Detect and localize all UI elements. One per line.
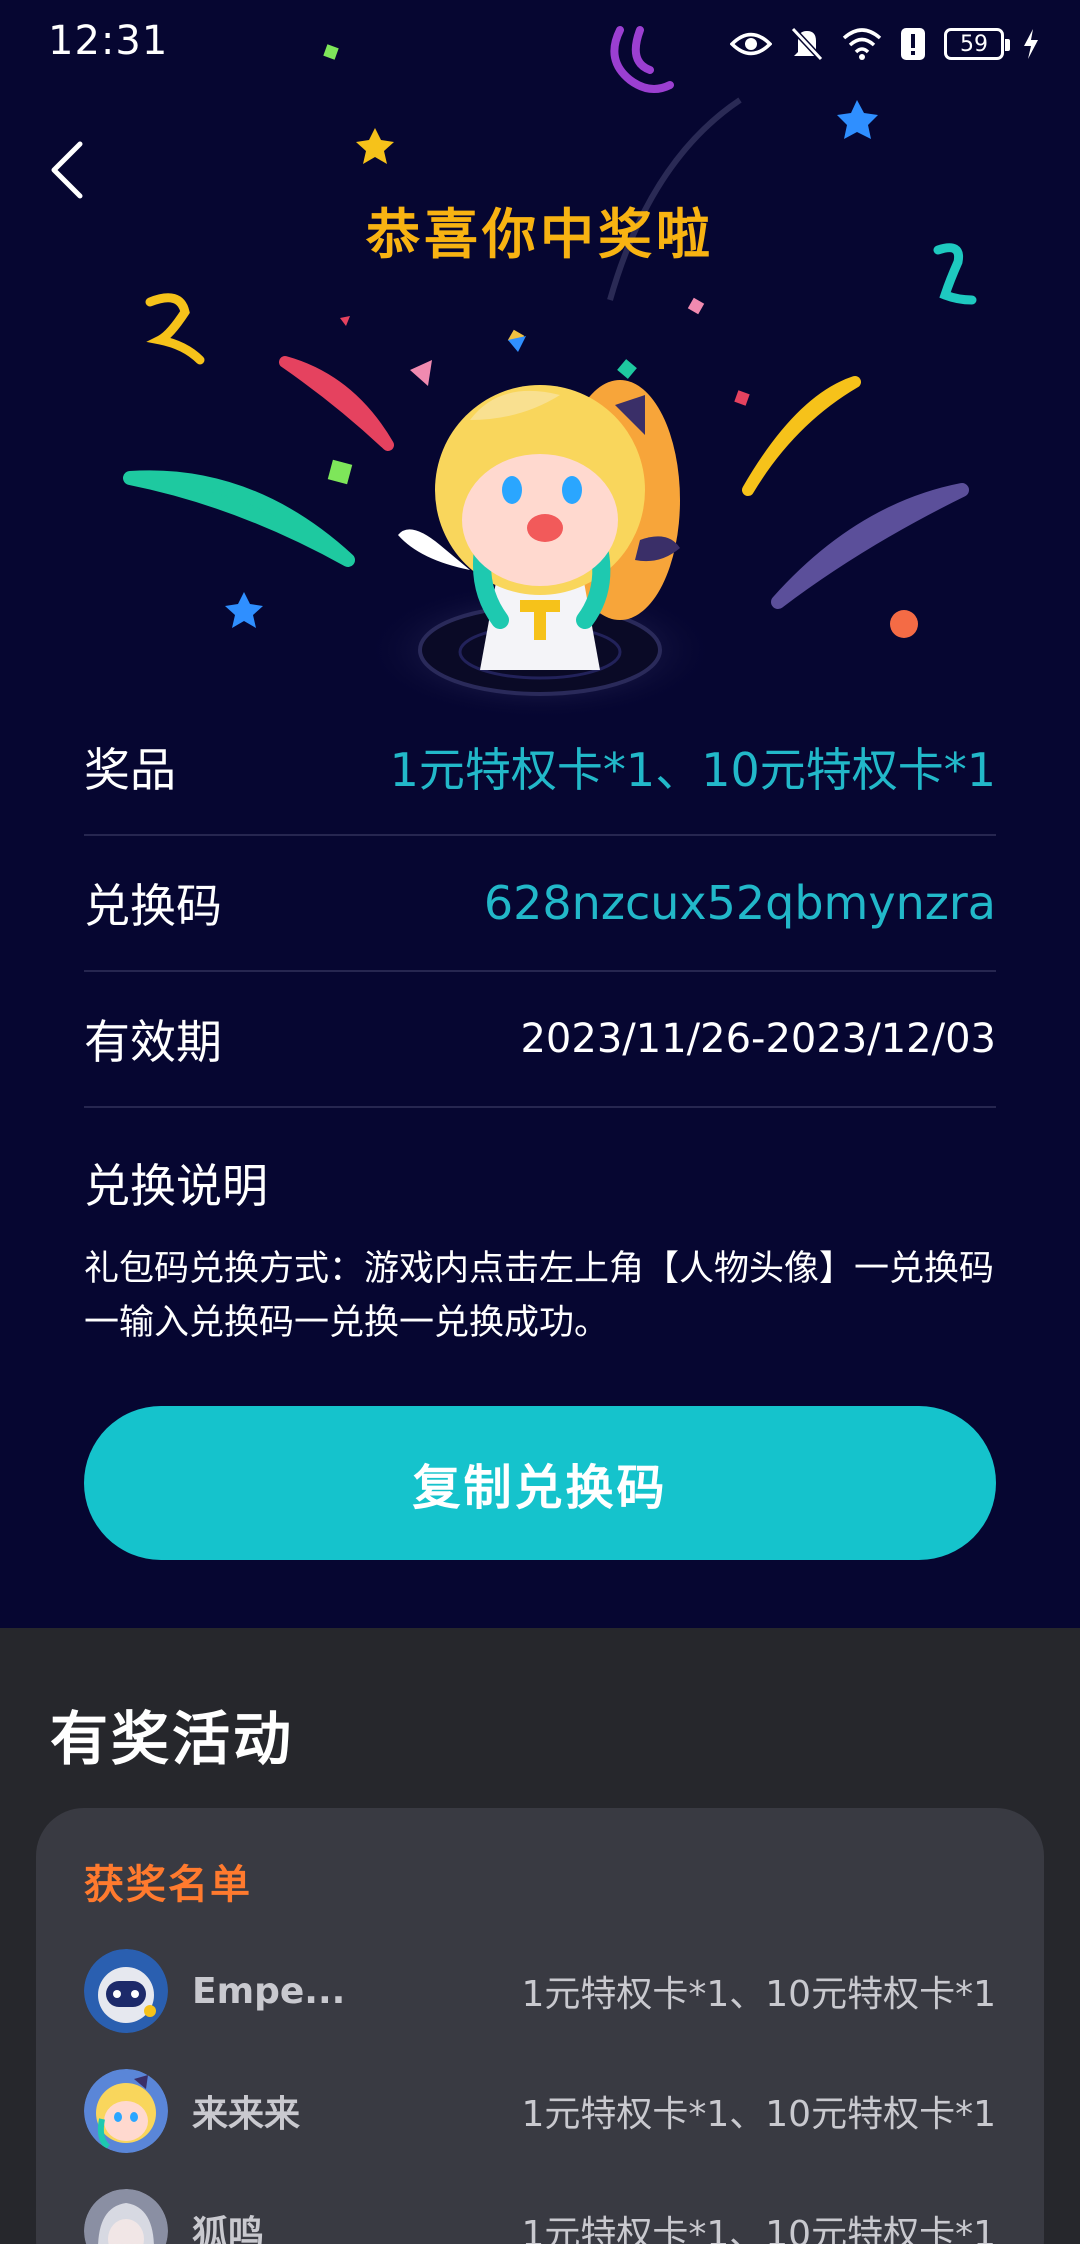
winner-row: 狐鸣 1元特权卡*1、10元特权卡*1 [84,2186,996,2244]
alert-icon [901,28,925,60]
battery-icon: 59 [944,28,1010,60]
copy-code-button[interactable]: 复制兑换码 [84,1406,996,1560]
eye-icon [730,32,772,56]
winner-prize: 1元特权卡*1、10元特权卡*1 [521,1974,996,2015]
code-row: 兑换码 628nzcux52qbmynzra [84,836,996,972]
winner-name: 来来来 [192,2094,301,2135]
prize-screen: 12:31 59 恭喜你中奖啦 奖品 1元特权卡*1、10元特权卡*1 兑换码 … [0,0,1080,1628]
status-icons: 59 [730,22,1040,66]
activities-section: 有奖活动 获奖名单 Empe... 1元特权卡*1、10元特权卡*1 来来来 1… [0,1628,1080,2244]
avatar [84,2189,168,2244]
instructions-text: 礼包码兑换方式：游戏内点击左上角【人物头像】一兑换码一输入兑换码一兑换一兑换成功… [84,1249,995,1343]
winners-card: 获奖名单 Empe... 1元特权卡*1、10元特权卡*1 来来来 1元特权卡*… [36,1808,1044,2244]
activities-title: 有奖活动 [50,1705,295,1773]
winner-name: 狐鸣 [192,2214,265,2244]
validity-row: 有效期 2023/11/26-2023/12/03 [84,972,996,1108]
bell-muted-icon [790,26,824,62]
prize-row: 奖品 1元特权卡*1、10元特权卡*1 [84,700,996,836]
prize-value: 1元特权卡*1、10元特权卡*1 [389,743,996,797]
winner-prize: 1元特权卡*1、10元特权卡*1 [521,2214,996,2244]
winner-name: Empe... [192,1970,346,2012]
wifi-icon [842,28,882,60]
winners-title: 获奖名单 [84,1862,252,1908]
code-label: 兑换码 [84,879,222,933]
charging-icon [1024,29,1038,59]
winner-prize: 1元特权卡*1、10元特权卡*1 [521,2094,996,2135]
prize-label: 奖品 [84,743,176,797]
instructions-title: 兑换说明 [84,1159,268,1213]
winner-row: Empe... 1元特权卡*1、10元特权卡*1 [84,1946,996,2036]
avatar [84,2069,168,2153]
validity-label: 有效期 [84,1015,222,1069]
status-bar: 12:31 59 [0,0,1080,90]
celebration-illustration [123,26,977,720]
validity-value: 2023/11/26-2023/12/03 [520,1016,996,1062]
winner-row: 来来来 1元特权卡*1、10元特权卡*1 [84,2066,996,2156]
redeem-code[interactable]: 628nzcux52qbmynzra [484,876,996,930]
prize-info: 奖品 1元特权卡*1、10元特权卡*1 兑换码 628nzcux52qbmynz… [84,700,996,1350]
page-title: 恭喜你中奖啦 [366,203,714,266]
avatar [84,1949,168,2033]
status-time: 12:31 [48,18,169,64]
